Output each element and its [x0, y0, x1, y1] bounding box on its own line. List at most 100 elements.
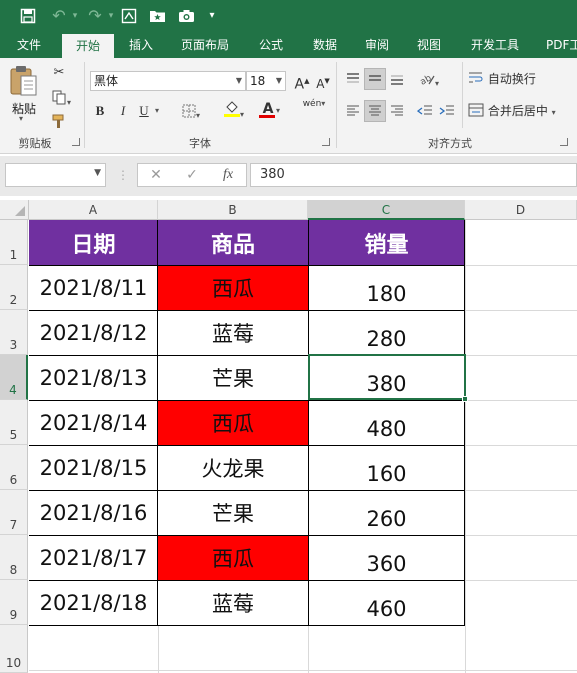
copy-icon[interactable]: ▾ — [46, 86, 76, 108]
sales-cell[interactable]: 460 — [308, 580, 465, 625]
tab-page-layout[interactable]: 页面布局 — [172, 32, 238, 58]
shrink-font-button[interactable]: A▼ — [313, 70, 333, 92]
header-cell-product[interactable]: 商品 — [158, 220, 308, 265]
row-header[interactable]: 4 — [0, 355, 28, 400]
italic-button[interactable]: I — [113, 100, 133, 122]
underline-dropdown-icon[interactable]: ▾ — [152, 100, 162, 122]
tab-insert[interactable]: 插入 — [118, 32, 164, 58]
row-header[interactable]: 7 — [0, 490, 28, 535]
enter-icon[interactable]: ✓ — [180, 164, 204, 186]
star-folder-icon[interactable] — [146, 5, 168, 27]
tab-review[interactable]: 审阅 — [354, 32, 400, 58]
row-header[interactable]: 5 — [0, 400, 28, 445]
product-cell[interactable]: 西瓜 — [158, 400, 308, 445]
merge-center-button[interactable]: 合并后居中 ▾ — [468, 100, 568, 122]
wrap-text-button[interactable]: 自动换行 — [468, 68, 548, 90]
align-center-button[interactable] — [364, 100, 386, 122]
drag-handle-icon[interactable]: ⋮ — [117, 168, 129, 182]
row-header[interactable]: 3 — [0, 310, 28, 355]
tab-data[interactable]: 数据 — [302, 32, 348, 58]
fill-color-button[interactable]: ▾ — [218, 98, 250, 120]
chevron-down-icon[interactable]: ▼ — [94, 168, 101, 178]
row-header[interactable]: 9 — [0, 580, 28, 625]
header-cell-date[interactable]: 日期 — [29, 220, 158, 265]
date-cell[interactable]: 2021/8/16 — [29, 490, 158, 535]
tab-home[interactable]: 开始 — [62, 34, 114, 58]
column-header-c[interactable]: C — [308, 200, 465, 220]
sales-cell[interactable]: 280 — [308, 310, 465, 355]
font-color-button[interactable]: A ▾ — [254, 98, 286, 120]
camera-icon[interactable] — [175, 5, 197, 27]
align-bottom-button[interactable] — [386, 68, 408, 90]
cut-icon[interactable]: ✂ — [48, 62, 70, 84]
align-left-icon — [347, 105, 359, 116]
alignment-launcher-icon[interactable] — [560, 138, 568, 146]
formula-input[interactable]: 380 — [250, 163, 577, 187]
product-cell[interactable]: 蓝莓 — [158, 580, 308, 625]
tab-file[interactable]: 文件 — [6, 32, 52, 58]
underline-button[interactable]: U — [136, 100, 152, 122]
row-header[interactable]: 6 — [0, 445, 28, 490]
undo-icon[interactable]: ↶ — [48, 5, 70, 27]
paste-button[interactable]: 粘贴 ▾ — [6, 62, 42, 123]
font-launcher-icon[interactable] — [322, 138, 330, 146]
product-cell[interactable]: 西瓜 — [158, 265, 308, 310]
clipboard-launcher-icon[interactable] — [72, 138, 80, 146]
tab-formulas[interactable]: 公式 — [248, 32, 294, 58]
date-cell[interactable]: 2021/8/12 — [29, 310, 158, 355]
increase-indent-button[interactable] — [436, 100, 458, 122]
column-header-a[interactable]: A — [29, 200, 158, 220]
row-header[interactable]: 10 — [0, 625, 28, 673]
row-header[interactable]: 8 — [0, 535, 28, 580]
date-cell[interactable]: 2021/8/17 — [29, 535, 158, 580]
tab-pdf[interactable]: PDF工 — [540, 32, 577, 58]
sales-cell[interactable]: 480 — [308, 400, 465, 445]
product-cell[interactable]: 火龙果 — [158, 445, 308, 490]
align-top-button[interactable] — [342, 68, 364, 90]
redo-dropdown-icon[interactable]: ▾ — [106, 5, 116, 27]
borders-button[interactable]: ▾ — [176, 100, 206, 122]
sales-cell[interactable]: 180 — [308, 265, 465, 310]
insert-function-icon[interactable]: fx — [216, 164, 240, 186]
orientation-button[interactable]: ab ▾ — [414, 68, 444, 90]
grow-font-button[interactable]: A▲ — [292, 70, 312, 93]
form-icon[interactable] — [118, 5, 140, 27]
date-cell[interactable]: 2021/8/15 — [29, 445, 158, 490]
product-cell[interactable]: 芒果 — [158, 490, 308, 535]
align-left-button[interactable] — [342, 100, 364, 122]
decrease-indent-button[interactable] — [414, 100, 436, 122]
save-icon[interactable] — [16, 5, 40, 27]
product-cell[interactable]: 芒果 — [158, 355, 308, 400]
sales-cell[interactable]: 260 — [308, 490, 465, 535]
row-header[interactable]: 1 — [0, 220, 28, 265]
tab-view[interactable]: 视图 — [406, 32, 452, 58]
format-painter-icon[interactable] — [48, 110, 70, 132]
header-cell-sales[interactable]: 销量 — [308, 220, 465, 265]
undo-dropdown-icon[interactable]: ▾ — [70, 5, 80, 27]
redo-icon[interactable]: ↷ — [84, 5, 106, 27]
phonetic-button[interactable]: wén▾ — [298, 98, 330, 120]
row-header[interactable]: 2 — [0, 265, 28, 310]
sales-cell[interactable]: 360 — [308, 535, 465, 580]
font-size-select[interactable]: 18 ▼ — [246, 71, 286, 91]
column-header-d[interactable]: D — [465, 200, 577, 220]
name-box[interactable]: ▼ — [5, 163, 106, 187]
customize-toolbar-icon[interactable]: ▾ — [205, 5, 219, 27]
cancel-icon[interactable]: ✕ — [144, 164, 168, 186]
fill-handle[interactable] — [462, 396, 468, 402]
product-cell[interactable]: 西瓜 — [158, 535, 308, 580]
align-right-button[interactable] — [386, 100, 408, 122]
bold-button[interactable]: B — [90, 100, 110, 122]
product-cell[interactable]: 蓝莓 — [158, 310, 308, 355]
align-middle-button[interactable] — [364, 68, 386, 90]
date-cell[interactable]: 2021/8/14 — [29, 400, 158, 445]
date-cell[interactable]: 2021/8/11 — [29, 265, 158, 310]
font-name-select[interactable]: 黑体 ▼ — [90, 71, 246, 91]
select-all-corner[interactable] — [0, 200, 29, 220]
tab-developer[interactable]: 开发工具 — [462, 32, 528, 58]
date-cell[interactable]: 2021/8/13 — [29, 355, 158, 400]
gridline — [465, 265, 577, 266]
date-cell[interactable]: 2021/8/18 — [29, 580, 158, 625]
column-header-b[interactable]: B — [158, 200, 308, 220]
sales-cell[interactable]: 160 — [308, 445, 465, 490]
